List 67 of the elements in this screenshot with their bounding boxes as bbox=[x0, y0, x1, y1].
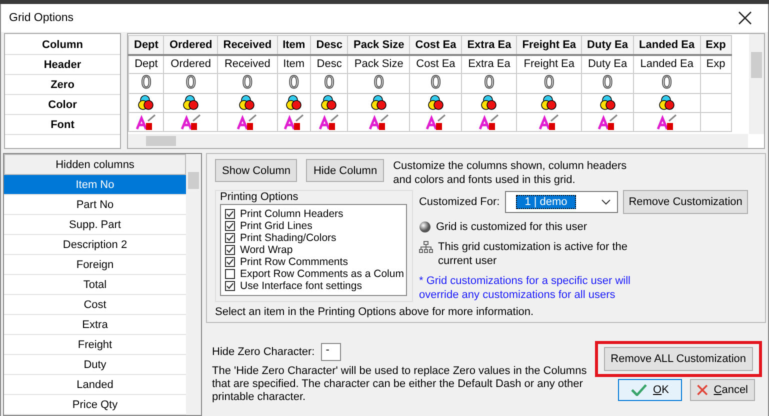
zero-character: 0 bbox=[324, 73, 335, 93]
checkbox-label: Print Column Headers bbox=[240, 208, 344, 220]
row-label: Column bbox=[5, 35, 120, 55]
zero-character: 0 bbox=[602, 73, 613, 93]
user-dropdown[interactable]: 1 | demo bbox=[504, 191, 618, 213]
column-header[interactable]: Ordered bbox=[164, 36, 218, 54]
checkbox-label: Word Wrap bbox=[240, 244, 293, 256]
zero-character: 0 bbox=[288, 73, 300, 93]
hide-zero-description: The 'Hide Zero Character' will be used to replace Zero values in the Columns that are specified. The character can be either the Default Dash or any other printable character. bbox=[212, 365, 588, 404]
zero-character: 0 bbox=[430, 73, 442, 93]
zero-character: 0 bbox=[661, 73, 672, 93]
list-header: Hidden columns bbox=[4, 154, 186, 175]
zero-character: 0 bbox=[140, 73, 152, 93]
hide-zero-field[interactable]: - bbox=[320, 343, 341, 361]
intro-text: Customize the columns shown, column headers and colors and fonts used in this grid. bbox=[393, 159, 628, 187]
customized-for-label: Customized For: bbox=[418, 196, 500, 208]
table-cell: Freight Ea bbox=[516, 54, 582, 74]
column-header[interactable]: Landed Ea bbox=[634, 36, 700, 54]
status-text: This grid customization is active for the current user bbox=[438, 240, 629, 268]
column-header[interactable]: Item bbox=[277, 36, 311, 54]
list-item[interactable]: Item No bbox=[4, 175, 186, 195]
column-header[interactable]: Pack Size bbox=[348, 36, 410, 54]
remove-all-customization-button[interactable]: Remove ALL Customization bbox=[604, 347, 753, 371]
row-label: Header bbox=[5, 55, 120, 75]
column-header[interactable]: Received bbox=[218, 36, 278, 54]
hide-zero-label: Hide Zero Character: bbox=[212, 346, 315, 358]
checkbox-label: Print Grid Lines bbox=[240, 220, 312, 232]
row-label: Color bbox=[5, 95, 120, 115]
column-header[interactable]: Freight Ea bbox=[516, 36, 582, 54]
checkbox-label: Export Row Comments as a Colum bbox=[240, 268, 404, 280]
column-header[interactable]: Desc bbox=[310, 36, 348, 54]
zero-character: 0 bbox=[373, 73, 384, 93]
row-label: Zero bbox=[5, 75, 120, 95]
checkbox-label: Use Interface font settings bbox=[240, 280, 362, 292]
table-cell: Item bbox=[277, 54, 311, 74]
hide-column-button[interactable]: Hide Column bbox=[306, 159, 384, 182]
group-title: Printing Options bbox=[220, 191, 300, 204]
zero-character: 0 bbox=[185, 73, 196, 93]
info-text: Select an item in the Printing Options above for more information. bbox=[215, 306, 535, 318]
column-header[interactable]: Extra Ea bbox=[462, 36, 517, 54]
list-item[interactable]: Price Qty bbox=[4, 395, 186, 415]
checkbox-label: Print Shading/Colors bbox=[240, 232, 336, 244]
cancel-button[interactable]: Cancel bbox=[690, 379, 755, 401]
column-header[interactable]: Duty Ea bbox=[582, 36, 634, 54]
show-column-button[interactable]: Show Column bbox=[215, 159, 298, 182]
note-text: * Grid customizations for a specific user will override any customizations for all users bbox=[418, 274, 632, 302]
checkbox-label: Print Row Commments bbox=[240, 256, 348, 268]
table-cell: Ordered bbox=[164, 54, 218, 74]
ok-button[interactable]: OK bbox=[618, 379, 682, 401]
zero-character: 0 bbox=[484, 73, 495, 93]
status-text: Grid is customized for this user bbox=[436, 220, 587, 234]
table-cell: Cost Ea bbox=[410, 54, 462, 74]
remove-customization-button[interactable]: Remove Customization bbox=[622, 190, 748, 214]
column-header[interactable]: Cost Ea bbox=[410, 36, 462, 54]
window-title: Grid Options bbox=[9, 12, 74, 24]
column-header[interactable]: Exp bbox=[700, 36, 732, 54]
table-cell: Dept bbox=[128, 54, 164, 74]
table-cell: Pack Size bbox=[348, 54, 410, 74]
table-cell: Desc bbox=[310, 54, 348, 74]
zero-character: 0 bbox=[242, 73, 253, 93]
table-cell: Duty Ea bbox=[582, 54, 634, 74]
table-cell: Received bbox=[218, 54, 278, 74]
table-cell: Exp bbox=[700, 54, 732, 74]
column-header[interactable]: Dept bbox=[128, 36, 164, 54]
row-label: Font bbox=[5, 115, 120, 135]
table-cell: Extra Ea bbox=[462, 54, 517, 74]
table-cell: Landed Ea bbox=[634, 54, 700, 74]
